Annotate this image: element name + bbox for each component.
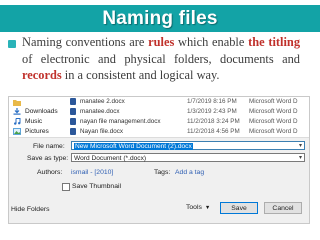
save-type-value: Word Document (*.docx)	[74, 155, 147, 162]
tags-label: Tags:	[154, 169, 171, 176]
save-button[interactable]: Save	[220, 202, 258, 214]
save-form: File name: New Microsoft Word Document (…	[9, 137, 309, 223]
chevron-down-icon: ▼	[204, 204, 211, 211]
word-document-icon	[70, 128, 76, 135]
file-row[interactable]: Nayan file.docx 11/2/2018 4:56 PM Micros…	[69, 127, 309, 136]
save-thumbnail-label: Save Thumbnail	[72, 183, 121, 190]
file-row[interactable]: manatee.docx 1/3/2019 2:43 PM Microsoft …	[69, 107, 309, 116]
nav-item-label: Downloads	[25, 107, 58, 115]
slide: Naming files Naming conventions are rule…	[0, 0, 320, 240]
file-date: 1/3/2019 2:43 PM	[187, 107, 237, 115]
word-document-icon	[70, 108, 76, 115]
authors-value[interactable]: ismail - [2010]	[71, 169, 113, 176]
cancel-button[interactable]: Cancel	[264, 202, 302, 214]
bullet-text-part: Naming conventions are	[22, 35, 149, 49]
download-icon	[13, 107, 21, 115]
chevron-down-icon[interactable]: ▾	[299, 154, 302, 163]
authors-label: Authors:	[37, 169, 63, 176]
nav-item-pictures[interactable]: Pictures	[13, 126, 49, 136]
highlight-records: records	[22, 68, 62, 82]
folder-icon	[13, 99, 21, 106]
file-name: manatee 2.docx	[80, 97, 125, 105]
file-type: Microsoft Word D	[249, 97, 298, 105]
word-document-icon	[70, 98, 76, 105]
file-name-label: File name:	[33, 143, 65, 150]
bullet-text-part: of electronic and physical folders, docu…	[22, 51, 300, 66]
chevron-down-icon[interactable]: ▾	[299, 142, 302, 151]
hide-folders-button[interactable]: Hide Folders	[11, 206, 50, 213]
bullet-marker-icon	[8, 40, 16, 48]
file-name: nayan file management.docx	[80, 117, 161, 125]
file-row[interactable]: nayan file management.docx 11/2/2018 3:2…	[69, 117, 309, 126]
tools-menu[interactable]: Tools ▼	[186, 204, 210, 211]
nav-item-label: Pictures	[25, 127, 49, 135]
nav-item-music[interactable]: Music	[13, 116, 42, 126]
nav-item-label: Music	[25, 117, 43, 125]
pictures-icon	[13, 127, 21, 135]
file-date: 11/2/2018 4:56 PM	[187, 127, 240, 135]
file-name-input[interactable]: New Microsoft Word Document (2).docx ▾	[71, 141, 305, 150]
save-as-dialog: Downloads Music Pictures manatee 2.docx …	[8, 96, 310, 224]
slide-title: Naming files	[102, 7, 218, 29]
file-name-value: New Microsoft Word Document (2).docx	[74, 143, 193, 150]
file-type: Microsoft Word D	[249, 127, 298, 135]
highlight-rules: rules	[148, 35, 175, 49]
bullet-text-part: which enable	[174, 35, 249, 49]
file-date: 1/7/2019 8:16 PM	[187, 97, 237, 105]
file-list: manatee 2.docx 1/7/2019 8:16 PM Microsof…	[69, 97, 309, 137]
tags-input[interactable]: Add a tag	[175, 169, 204, 176]
tools-label: Tools	[186, 204, 202, 211]
save-thumbnail-checkbox[interactable]	[62, 183, 70, 191]
file-name: Nayan file.docx	[80, 127, 124, 135]
bullet-text-part: in a consistent and logical way.	[61, 68, 220, 82]
file-row[interactable]: manatee 2.docx 1/7/2019 8:16 PM Microsof…	[69, 97, 309, 106]
file-name: manatee.docx	[80, 107, 120, 115]
title-banner: Naming files	[0, 5, 320, 32]
save-type-label: Save as type:	[27, 155, 69, 162]
word-document-icon	[70, 118, 76, 125]
save-type-select[interactable]: Word Document (*.docx) ▾	[71, 153, 305, 162]
file-date: 11/2/2018 3:24 PM	[187, 117, 240, 125]
nav-item-downloads[interactable]: Downloads	[13, 106, 58, 116]
navigation-pane: Downloads Music Pictures	[9, 97, 65, 137]
highlight-the-titling: the titling	[248, 35, 301, 49]
file-type: Microsoft Word D	[249, 107, 298, 115]
bullet-paragraph: Naming conventions are rules which enabl…	[22, 34, 300, 84]
file-type: Microsoft Word D	[249, 117, 298, 125]
music-icon	[13, 117, 21, 125]
